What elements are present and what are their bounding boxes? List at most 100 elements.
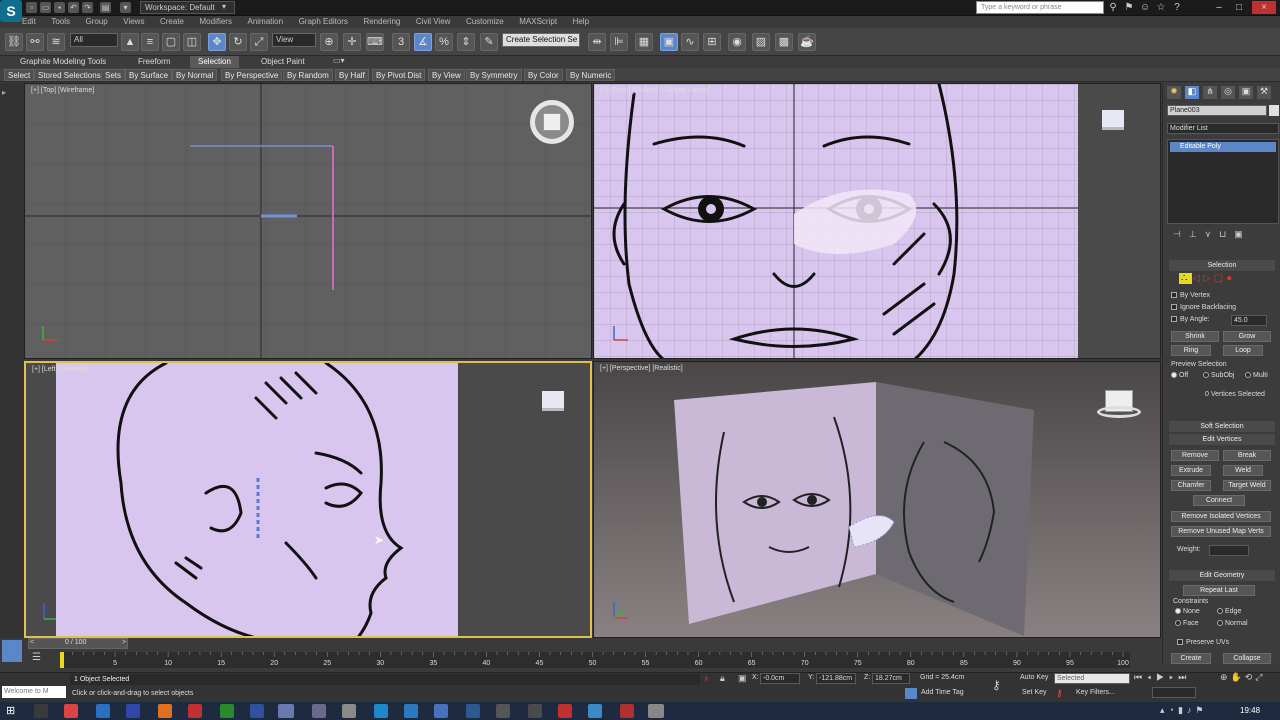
acrobat-taskbar-icon[interactable] (188, 704, 202, 718)
viewcube-left-icon[interactable] (542, 391, 564, 411)
communication-icon[interactable]: ⚑ (1122, 1, 1136, 14)
time-tag-icon[interactable] (905, 688, 917, 699)
display-tab-icon[interactable]: ▣ (1239, 86, 1253, 99)
time-slider[interactable]: 0 / 100 (28, 638, 128, 649)
ribbon-by-half[interactable]: By Half (335, 69, 369, 81)
current-frame-field[interactable] (1152, 687, 1196, 698)
preview-subobj-radio[interactable]: SubObj (1203, 372, 1234, 379)
selection-rollout-header[interactable]: Selection (1169, 260, 1275, 271)
app5-taskbar-icon[interactable] (434, 704, 448, 718)
break-button[interactable]: Break (1223, 450, 1271, 461)
binoculars-icon[interactable]: ⚲ (1106, 1, 1120, 14)
remove-isolated-button[interactable]: Remove Isolated Vertices (1171, 511, 1271, 522)
viewport-top-label[interactable]: [+] [Top] [Wireframe] (31, 87, 94, 94)
time-cursor[interactable] (60, 652, 64, 668)
edit-geometry-header[interactable]: Edit Geometry (1169, 570, 1275, 581)
tray-icons[interactable]: ▴◔▮♪⚑ (1160, 705, 1207, 716)
reference-coord-dropdown[interactable]: View (272, 33, 316, 47)
viewport-front[interactable]: [+] [Front] [Shaded + Edged Faces] (593, 83, 1161, 359)
ribbon-by-pivot-dist[interactable]: By Pivot Dist (372, 69, 426, 81)
rotate-icon[interactable]: ↻ (229, 33, 247, 51)
select-manipulate-icon[interactable]: ✛ (343, 33, 361, 51)
collapse-button[interactable]: Collapse (1223, 653, 1271, 664)
menu-views[interactable]: Views (123, 16, 144, 28)
viewport-top[interactable]: [+] [Top] [Wireframe] (24, 83, 592, 359)
menu-customize[interactable]: Customize (466, 16, 504, 28)
preview-multi-radio[interactable]: Multi (1245, 372, 1268, 379)
set-key-button[interactable]: Set Key (1022, 689, 1047, 696)
menu-tools[interactable]: Tools (51, 16, 70, 28)
menu-rendering[interactable]: Rendering (363, 16, 400, 28)
scale-icon[interactable]: ⤢ (250, 33, 268, 51)
ring-button[interactable]: Ring (1171, 345, 1211, 356)
ribbon-options-icon[interactable]: ▭▾ (333, 56, 345, 65)
constraint-normal-radio[interactable]: Normal (1217, 620, 1248, 627)
illustrator-taskbar-icon[interactable] (158, 704, 172, 718)
viewport-persp-label[interactable]: [+] [Perspective] [Realistic] (600, 365, 683, 372)
app8-taskbar-icon[interactable] (528, 704, 542, 718)
modifier-list-dropdown[interactable]: Modifier List (1167, 123, 1279, 134)
tab-graphite-modeling[interactable]: Graphite Modeling Tools (12, 56, 114, 68)
viewport-front-label[interactable]: [+] [Front] [Shaded + Edged Faces] (600, 87, 709, 94)
app7-taskbar-icon[interactable] (496, 704, 510, 718)
viewcube-front-icon[interactable] (1102, 110, 1124, 130)
nav-controls-icons[interactable]: ⊕✋⟲⤢ (1220, 672, 1266, 683)
viewcube-persp-icon[interactable] (1097, 390, 1141, 420)
object-name-field[interactable]: Plane003 (1167, 105, 1267, 116)
selection-filter-dropdown[interactable]: All (70, 33, 118, 47)
preview-off-radio[interactable]: Off (1171, 372, 1188, 379)
playback-controls-icons[interactable]: ⏮◂▶▸⏭ (1134, 672, 1191, 683)
add-time-tag[interactable]: Add Time Tag (921, 689, 964, 696)
chevron-down-icon[interactable]: ▾ (222, 2, 226, 11)
app2-taskbar-icon[interactable] (342, 704, 356, 718)
minimize-icon[interactable]: – (1212, 1, 1226, 14)
ribbon-sets[interactable]: Sets (101, 69, 126, 81)
ignore-backfacing-checkbox[interactable]: Ignore Backfacing (1171, 304, 1236, 311)
weld-button[interactable]: Weld (1223, 465, 1263, 476)
menu-edit[interactable]: Edit (22, 16, 36, 28)
create-tab-icon[interactable]: ✹ (1167, 86, 1181, 99)
select-object-icon[interactable]: ▲ (121, 33, 139, 51)
viewport-left-label[interactable]: [+] [Left] [Shaded] (32, 366, 87, 373)
ribbon-by-surface[interactable]: By Surface (125, 69, 173, 81)
keyboard-shortcut-icon[interactable]: ⌨ (366, 33, 384, 51)
shrink-button[interactable]: Shrink (1171, 331, 1219, 342)
menu-modifiers[interactable]: Modifiers (200, 16, 232, 28)
ribbon-by-view[interactable]: By View (428, 69, 465, 81)
app4-taskbar-icon[interactable] (404, 704, 418, 718)
remove-button[interactable]: Remove (1171, 450, 1219, 461)
modify-tab-icon[interactable]: ◧ (1185, 86, 1199, 99)
workspace-dropdown[interactable]: Workspace: Default (140, 1, 235, 14)
ribbon-by-symmetry[interactable]: By Symmetry (466, 69, 522, 81)
window-crossing-icon[interactable]: ◫ (183, 33, 201, 51)
tab-object-paint[interactable]: Object Paint (253, 56, 313, 68)
viewcube-top-icon[interactable] (530, 100, 574, 144)
weight-field[interactable] (1209, 545, 1249, 556)
menu-graph-editors[interactable]: Graph Editors (299, 16, 348, 28)
maxscript-listener[interactable]: Welcome to M (2, 686, 66, 698)
app-logo-icon[interactable]: S (0, 0, 22, 22)
app12-taskbar-icon[interactable] (648, 704, 664, 718)
menu-maxscript[interactable]: MAXScript (519, 16, 557, 28)
connect-button[interactable]: Connect (1193, 495, 1245, 506)
menu-animation[interactable]: Animation (247, 16, 283, 28)
percent-snap-icon[interactable]: % (435, 33, 453, 51)
menu-create[interactable]: Create (160, 16, 184, 28)
ribbon-stored-selections[interactable]: Stored Selections (34, 69, 105, 81)
viewport-perspective[interactable]: [+] [Perspective] [Realistic] (593, 361, 1161, 638)
key-icon[interactable]: ⚷ (992, 678, 1001, 692)
rect-selection-icon[interactable]: ▢ (162, 33, 180, 51)
angle-snap-icon[interactable]: ∡ (414, 33, 432, 51)
z-coord-field[interactable]: 18.27cm (872, 673, 910, 684)
soft-selection-header[interactable]: Soft Selection (1169, 421, 1275, 432)
ribbon-by-numeric[interactable]: By Numeric (566, 69, 616, 81)
edit-named-sets-icon[interactable]: ✎ (480, 33, 498, 51)
grow-button[interactable]: Grow (1223, 331, 1271, 342)
prev-frame-icon[interactable]: < (30, 639, 34, 646)
key-mode-dropdown[interactable]: Selected (1054, 673, 1130, 684)
spinner-snap-icon[interactable]: ⇕ (457, 33, 475, 51)
bind-spacewarp-icon[interactable]: ≋ (47, 33, 65, 51)
app10-taskbar-icon[interactable] (588, 704, 602, 718)
key-filters-button[interactable]: Key Filters... (1076, 689, 1115, 696)
by-angle-checkbox[interactable]: By Angle: (1171, 316, 1210, 323)
